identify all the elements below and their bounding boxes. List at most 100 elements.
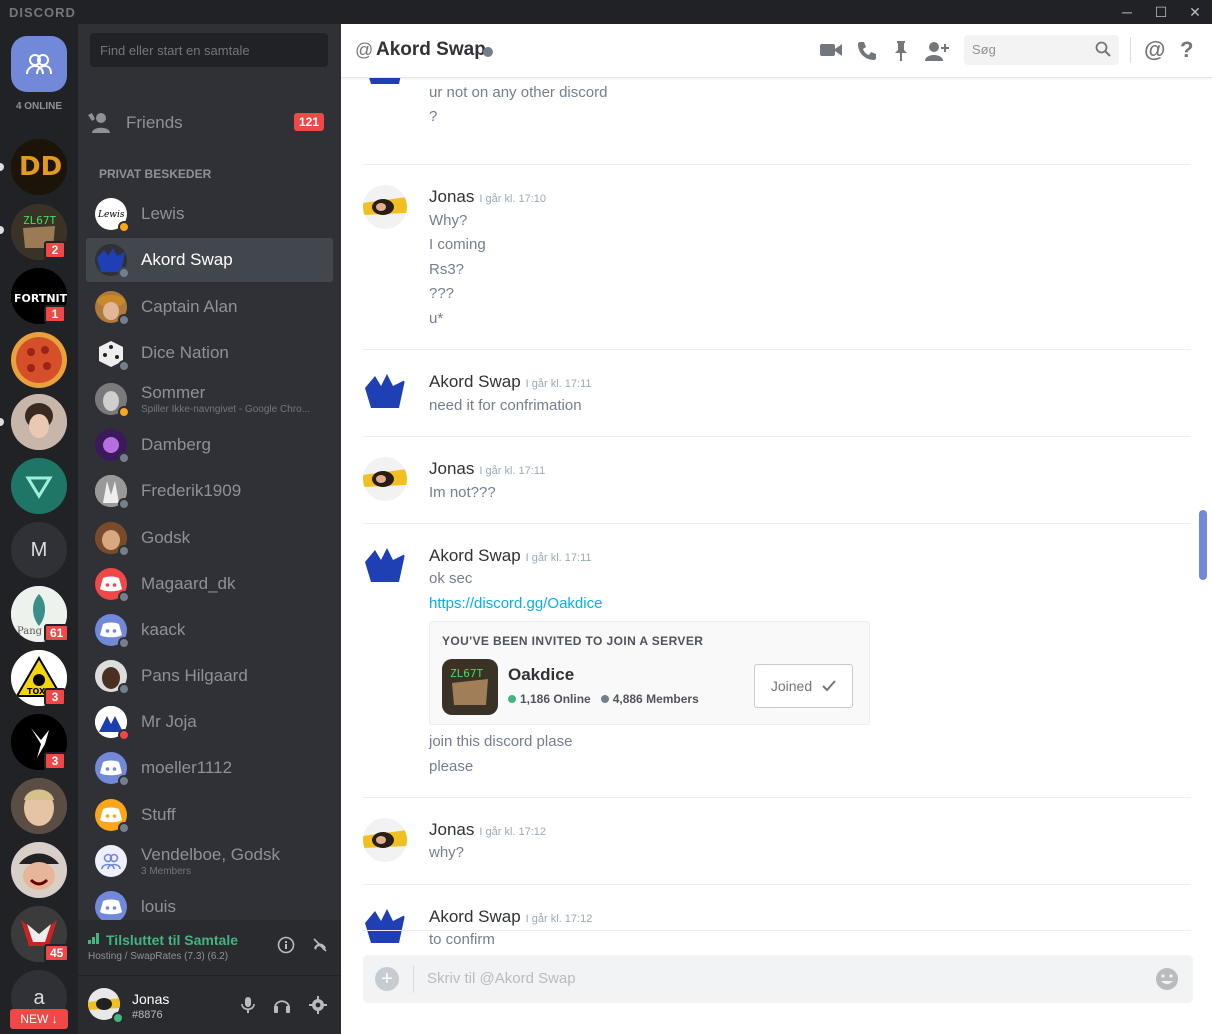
dm-item-sommer[interactable]: Sommer Spiller Ikke-navngivet - Google Ch… — [86, 377, 333, 421]
home-button[interactable] — [11, 36, 67, 92]
server-invite-embed: YOU'VE BEEN INVITED TO JOIN A SERVER ZL6… — [429, 621, 870, 725]
avatar — [95, 660, 130, 695]
guild-m[interactable]: M — [11, 522, 67, 578]
close-icon[interactable]: ✕ — [1178, 0, 1212, 24]
microphone-icon[interactable] — [241, 996, 255, 1014]
message-author[interactable]: Jonas I går kl. 17:11 — [429, 459, 545, 479]
friends-link[interactable]: Friends 121 — [86, 102, 332, 144]
settings-icon[interactable] — [309, 996, 327, 1014]
signal-icon — [88, 933, 99, 944]
discord-default-icon — [100, 899, 122, 915]
avatar — [95, 752, 130, 787]
online-dot-icon — [508, 695, 516, 703]
message-timestamp: I går kl. 17:11 — [525, 378, 592, 390]
dm-item-mr-joja[interactable]: Mr Joja — [86, 700, 333, 744]
avatar[interactable] — [363, 185, 407, 229]
mentions-icon[interactable]: @ — [1144, 37, 1165, 63]
user-tag: #8876 — [132, 1009, 163, 1021]
video-call-icon[interactable] — [820, 42, 842, 58]
status-indicator — [118, 221, 130, 233]
window-controls: ─ ☐ ✕ — [1110, 0, 1212, 24]
guild-v[interactable] — [11, 458, 67, 514]
new-unreads-pill[interactable]: NEW ↓ — [10, 1009, 68, 1029]
dm-search-input[interactable]: Find eller start en samtale — [90, 33, 328, 67]
message-author[interactable]: Akord Swap I går kl. 17:11 — [429, 546, 592, 566]
dm-name: Mr Joja — [141, 712, 197, 731]
message-author[interactable]: Jonas I går kl. 17:10 — [429, 187, 546, 207]
avatar[interactable] — [363, 370, 407, 414]
message-text: join this discord plase — [429, 733, 573, 750]
dm-name: Sommer — [141, 383, 206, 402]
dm-item-moeller1112[interactable]: moeller1112 — [86, 746, 333, 790]
dm-item-akord-swap[interactable]: Akord Swap — [86, 238, 333, 282]
dm-item-lewis[interactable]: Lewis Lewis — [86, 192, 333, 236]
dm-item-pans-hilgaard[interactable]: Pans Hilgaard — [86, 654, 333, 698]
help-icon[interactable]: ? — [1180, 37, 1193, 63]
dm-name: Godsk — [141, 528, 191, 547]
message-input[interactable]: Skriv til @Akord Swap — [427, 970, 576, 987]
online-count: 4 ONLINE — [15, 101, 63, 112]
friends-badge: 121 — [293, 113, 324, 131]
status-indicator — [118, 406, 130, 418]
guild-laugh[interactable] — [11, 842, 67, 898]
disconnect-icon[interactable] — [311, 936, 329, 954]
dm-item-damberg[interactable]: Damberg — [86, 423, 333, 467]
guild-dd[interactable]: DD — [11, 139, 67, 195]
invite-link[interactable]: https://discord.gg/Oakdice — [429, 595, 602, 612]
guild-badge: 45 — [44, 944, 70, 962]
message-text: ur not on any other discord — [429, 84, 608, 101]
chat-header: @ Akord Swap Søg @ ? — [341, 24, 1212, 78]
voice-call-icon[interactable] — [856, 40, 878, 62]
message-author[interactable]: Jonas I går kl. 17:12 — [429, 820, 546, 840]
header-search-input[interactable]: Søg — [964, 35, 1119, 65]
info-icon[interactable] — [277, 936, 295, 954]
joined-button[interactable]: Joined — [754, 664, 853, 708]
composer-divider — [413, 965, 414, 993]
status-indicator — [118, 729, 130, 741]
dm-name: louis — [141, 897, 176, 916]
guild-face[interactable] — [11, 778, 67, 834]
avatar — [95, 291, 130, 326]
avatar — [95, 614, 130, 649]
discord-default-icon — [100, 576, 122, 592]
dm-item-frederik1909[interactable]: Frederik1909 — [86, 469, 333, 513]
avatar[interactable] — [363, 457, 407, 501]
add-friend-icon[interactable] — [925, 40, 949, 62]
message-author[interactable]: Akord Swap I går kl. 17:11 — [429, 372, 592, 392]
voice-channel[interactable]: Hosting / SwapRates (7.3) (6.2) — [88, 951, 228, 962]
status-indicator — [118, 498, 130, 510]
dm-item-magaard-dk[interactable]: Magaard_dk — [86, 562, 333, 606]
dm-name: Lewis — [141, 204, 185, 223]
message-scrollbar[interactable] — [1199, 510, 1207, 580]
guild-pizza[interactable] — [11, 332, 67, 388]
avatar[interactable] — [363, 544, 407, 588]
dm-item-kaack[interactable]: kaack — [86, 608, 333, 652]
status-indicator — [118, 637, 130, 649]
avatar — [95, 429, 130, 464]
online-count: 1,186 Online — [520, 692, 591, 706]
server-icon[interactable]: ZL67T — [442, 659, 498, 715]
message-text: need it for confrimation — [429, 397, 582, 414]
avatar — [95, 383, 130, 418]
dm-item-group-vendelboe-godsk[interactable]: Vendelboe, Godsk 3 Members — [86, 839, 333, 883]
minimize-icon[interactable]: ─ — [1110, 0, 1144, 24]
message-text: to confirm — [429, 931, 495, 948]
dm-item-dice-nation[interactable]: Dice Nation — [86, 331, 333, 375]
status-indicator — [118, 591, 130, 603]
avatar[interactable] — [363, 818, 407, 862]
avatar[interactable] — [363, 905, 407, 949]
portrait-icon — [11, 394, 67, 450]
upload-plus-icon[interactable]: + — [375, 967, 399, 991]
avatar[interactable] — [363, 78, 407, 90]
dm-item-captain-alan[interactable]: Captain Alan — [86, 285, 333, 329]
pin-icon[interactable] — [893, 40, 909, 62]
headphones-icon[interactable] — [273, 996, 291, 1014]
voice-status[interactable]: Tilsluttet til Samtale — [106, 932, 238, 948]
dm-item-stuff[interactable]: Stuff — [86, 793, 333, 837]
emoji-icon[interactable] — [1155, 967, 1179, 991]
svg-text:ZL67T: ZL67T — [23, 214, 56, 227]
message-author[interactable]: Akord Swap I går kl. 17:12 — [429, 907, 592, 927]
guild-portrait[interactable] — [11, 394, 67, 450]
dm-item-godsk[interactable]: Godsk — [86, 516, 333, 560]
maximize-icon[interactable]: ☐ — [1144, 0, 1178, 24]
